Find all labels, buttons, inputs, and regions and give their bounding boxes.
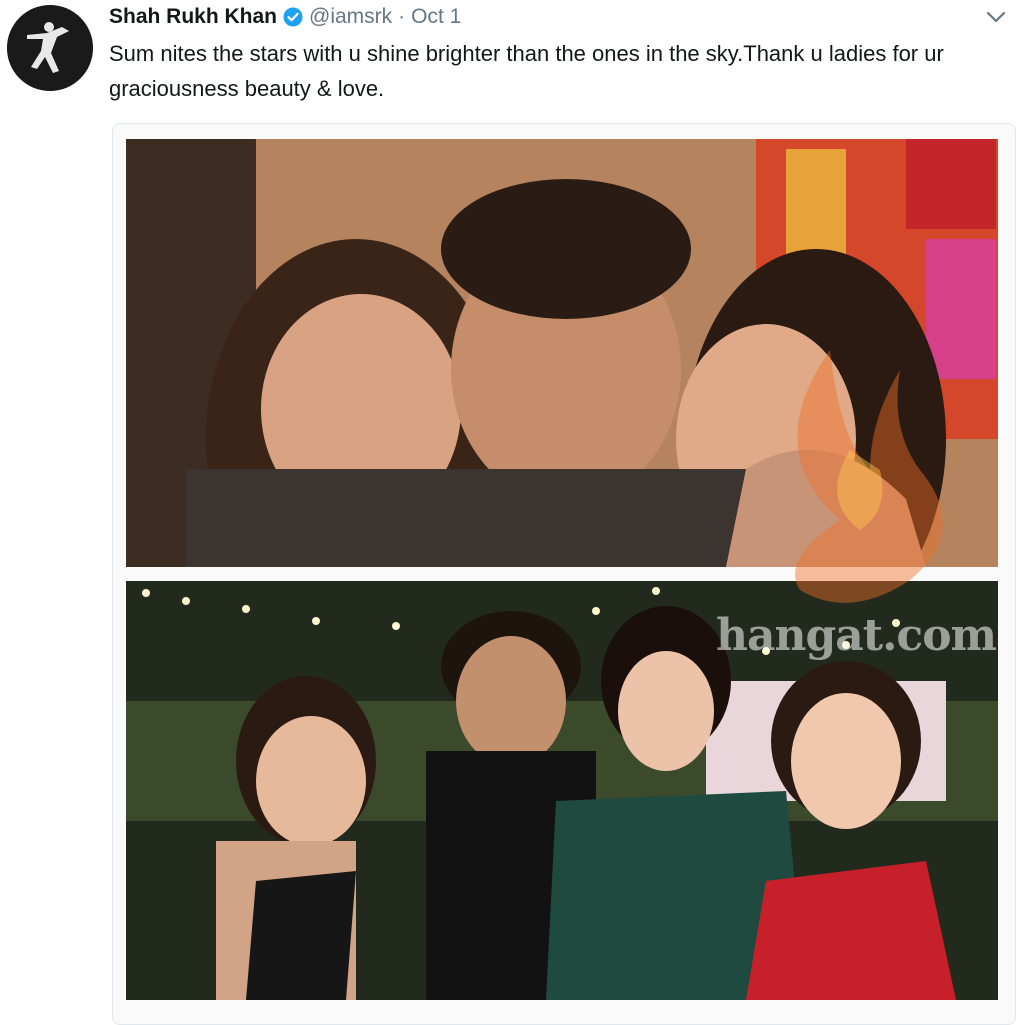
tweet-header: Shah Rukh Khan @iamsrk · Oct 1 (109, 3, 461, 31)
chevron-down-icon[interactable] (985, 9, 1007, 25)
author-avatar[interactable] (7, 5, 93, 91)
author-name[interactable]: Shah Rukh Khan (109, 5, 277, 29)
tweet-timestamp[interactable]: Oct 1 (411, 5, 461, 29)
tweet-text: Sum nites the stars with u shine brighte… (109, 41, 944, 101)
watermark-text: hangat.com (716, 610, 997, 661)
watermark-logo (795, 350, 943, 603)
avatar-figure-icon (7, 5, 93, 91)
verified-badge-icon (283, 7, 303, 27)
author-handle[interactable]: @iamsrk (309, 5, 392, 29)
header-separator: · (398, 5, 406, 28)
